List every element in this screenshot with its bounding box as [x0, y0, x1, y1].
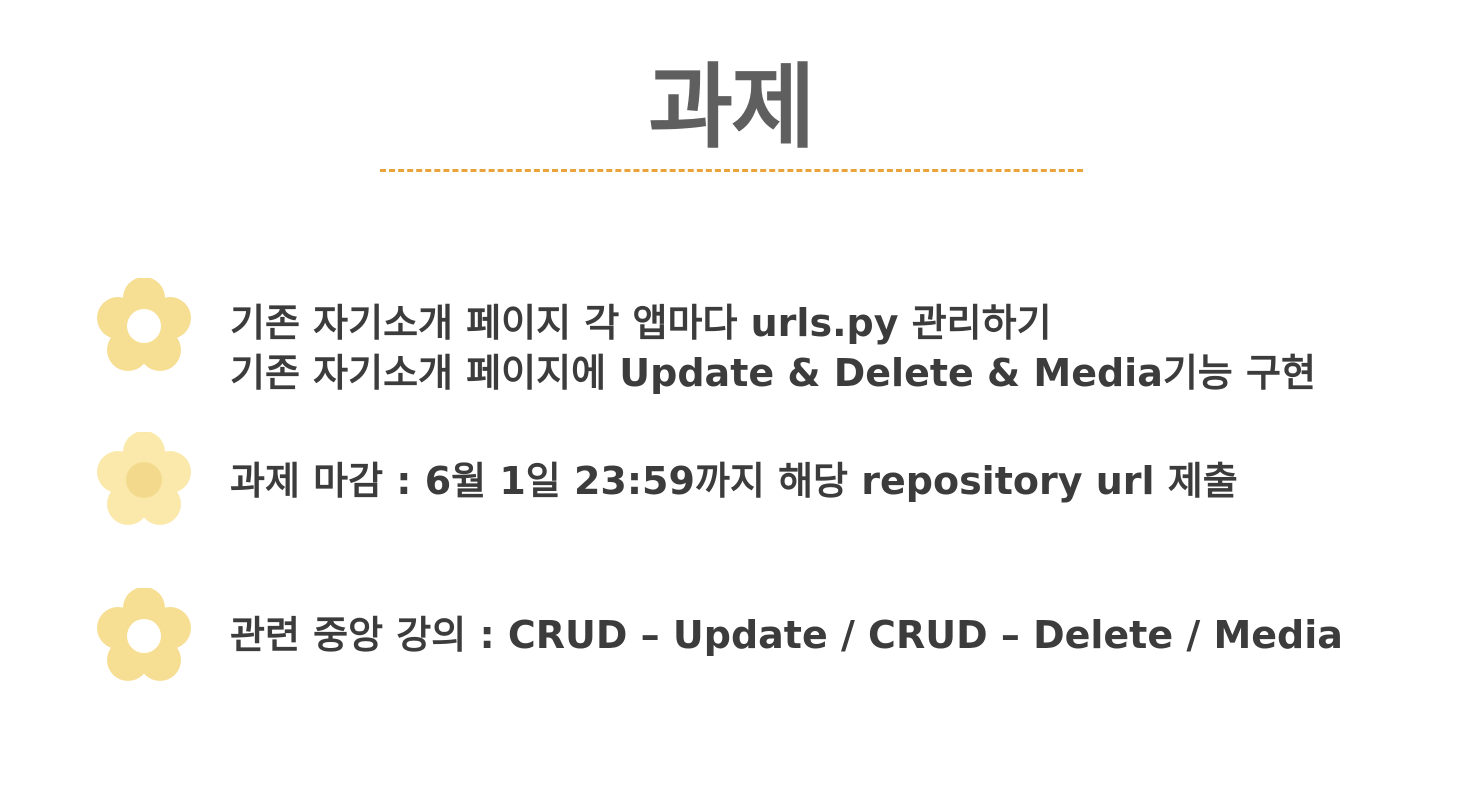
bullet-line: 관련 중앙 강의 : CRUD – Update / CRUD – Delete…	[230, 613, 1343, 657]
bullet-line: 기존 자기소개 페이지 각 앱마다 urls.py 관리하기	[230, 301, 1052, 345]
slide-title: 과제	[648, 54, 815, 161]
bullet-item: 관련 중앙 강의 : CRUD – Update / CRUD – Delete…	[96, 588, 1426, 684]
bullet-item: 기존 자기소개 페이지 각 앱마다 urls.py 관리하기 기존 자기소개 페…	[96, 278, 1426, 395]
flower-icon	[97, 432, 191, 525]
flower-icon	[97, 278, 191, 371]
bullet-text: 과제 마감 : 6월 1일 23:59까지 해당 repository url …	[230, 456, 1238, 506]
title-divider	[380, 169, 1083, 172]
bullet-text: 관련 중앙 강의 : CRUD – Update / CRUD – Delete…	[230, 610, 1343, 660]
bullet-text: 기존 자기소개 페이지 각 앱마다 urls.py 관리하기 기존 자기소개 페…	[230, 298, 1316, 398]
bullet-item: 과제 마감 : 6월 1일 23:59까지 해당 repository url …	[96, 432, 1426, 528]
bullet-line: 과제 마감 : 6월 1일 23:59까지 해당 repository url …	[230, 459, 1238, 503]
bullet-line: 기존 자기소개 페이지에 Update & Delete & Media기능 구…	[230, 351, 1316, 395]
flower-icon	[97, 588, 191, 681]
